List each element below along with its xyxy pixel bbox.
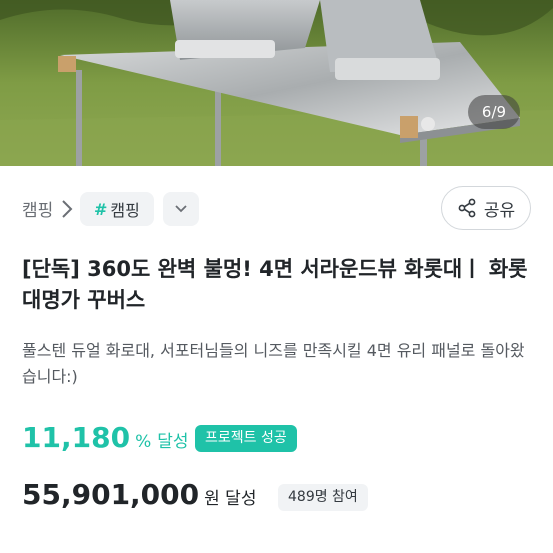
rate-label: 달성 [157, 432, 189, 452]
share-button[interactable]: 공유 [441, 186, 531, 230]
project-description: 풀스텐 듀얼 화로대, 서포터님들의 니즈를 만족시킬 4면 유리 패널로 돌아… [22, 341, 525, 386]
chevron-right-icon [62, 200, 73, 218]
share-label: 공유 [483, 200, 516, 221]
rate-value: 11,180 [22, 421, 131, 454]
tag-chip-camping[interactable]: # 캠핑 [80, 192, 154, 226]
project-hero-image[interactable]: 6/9 [0, 0, 553, 166]
achievement-rate: 11,180 % 달성 [22, 421, 189, 457]
amount-value: 55,901,000 [22, 478, 200, 511]
fire-pit-photo [0, 0, 553, 166]
hash-icon: # [94, 199, 108, 219]
image-counter: 6/9 [468, 95, 520, 129]
breadcrumb: 캠핑 # 캠핑 공유 [0, 184, 553, 236]
category-link[interactable]: 캠핑 [22, 196, 53, 221]
tag-dropdown-button[interactable] [163, 192, 199, 226]
tag-label: 캠핑 [110, 201, 140, 220]
share-icon [458, 198, 476, 218]
rate-unit: % [135, 432, 152, 452]
status-badge: 프로젝트 성공 [195, 425, 297, 452]
chevron-down-icon [175, 205, 187, 213]
funded-amount: 55,901,000 원 달성 [22, 478, 256, 518]
project-title: [단독] 360도 완벽 불멍! 4면 서라운드뷰 화롯대ㅣ 화롯대명가 꾸버스 [22, 257, 528, 312]
amount-unit: 원 달성 [204, 489, 257, 509]
participants-badge: 489명 참여 [278, 484, 368, 511]
